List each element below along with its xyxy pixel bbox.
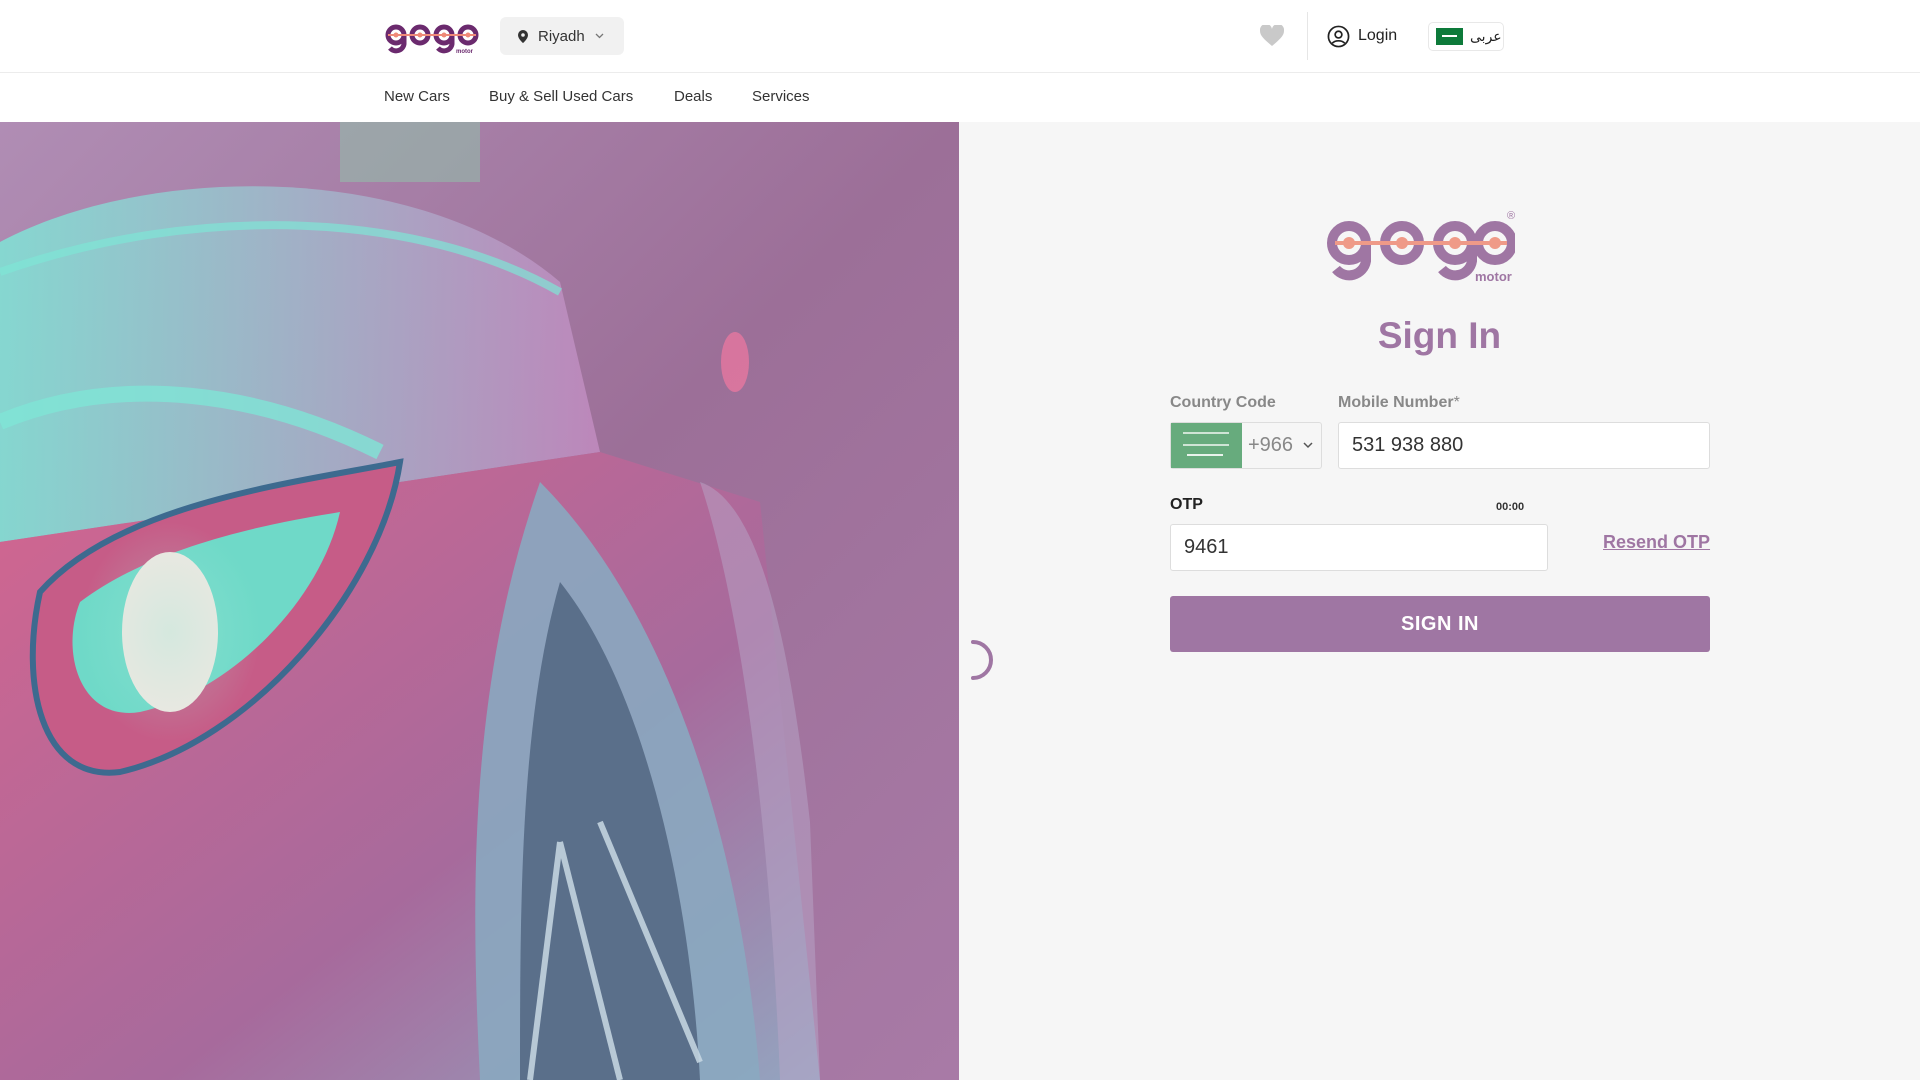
- country-code-value: +966: [1248, 434, 1294, 456]
- saudi-flag-icon: [1436, 28, 1463, 45]
- otp-input[interactable]: 9461: [1170, 524, 1548, 571]
- otp-label: OTP: [1170, 496, 1203, 513]
- nav-deals[interactable]: Deals: [674, 88, 712, 105]
- sign-in-button[interactable]: SIGN IN: [1170, 596, 1710, 652]
- city-label: Riyadh: [538, 27, 585, 45]
- signin-panel: ® motor Sign In Country Code Mobile Numb…: [959, 122, 1920, 1080]
- login-label: Login: [1358, 27, 1398, 44]
- resend-otp-link[interactable]: Resend OTP: [1603, 532, 1710, 553]
- language-switch[interactable]: عربى: [1428, 22, 1504, 51]
- city-selector[interactable]: Riyadh: [500, 17, 624, 55]
- svg-text:motor: motor: [1475, 269, 1512, 284]
- mobile-number-label: Mobile Number*: [1338, 394, 1460, 411]
- heart-icon[interactable]: [1260, 25, 1284, 47]
- header-divider: [1307, 12, 1308, 60]
- nav-services[interactable]: Services: [752, 88, 810, 105]
- pin-icon: [518, 29, 528, 43]
- language-label: عربى: [1470, 28, 1502, 44]
- nav-new-cars[interactable]: New Cars: [384, 88, 450, 105]
- otp-timer: 00:00: [1496, 501, 1525, 513]
- gogo-logo[interactable]: motor: [384, 18, 484, 56]
- main-nav: New Cars Buy & Sell Used Cars Deals Serv…: [0, 73, 1920, 122]
- page-title: Sign In: [1377, 315, 1502, 356]
- gogo-motor-logo: ® motor: [1327, 210, 1515, 284]
- svg-text:motor: motor: [456, 49, 474, 55]
- svg-text:®: ®: [1507, 210, 1515, 222]
- mobile-number-input[interactable]: 531 938 880: [1338, 422, 1710, 469]
- nav-buy-sell-used-cars[interactable]: Buy & Sell Used Cars: [489, 88, 633, 105]
- login-button[interactable]: Login: [1327, 24, 1397, 48]
- country-code-select[interactable]: +966: [1170, 422, 1322, 469]
- spinner-icon: [971, 640, 993, 680]
- hero-car-image: [0, 122, 959, 1080]
- top-header: motor Riyadh Login عربى: [0, 0, 1920, 73]
- user-circle-icon: [1327, 25, 1350, 47]
- chevron-down-icon: [595, 33, 604, 39]
- country-code-label: Country Code: [1170, 394, 1276, 411]
- saudi-flag-icon: [1171, 423, 1242, 468]
- car-illustration: [0, 122, 959, 1080]
- chevron-down-icon: [1303, 442, 1313, 449]
